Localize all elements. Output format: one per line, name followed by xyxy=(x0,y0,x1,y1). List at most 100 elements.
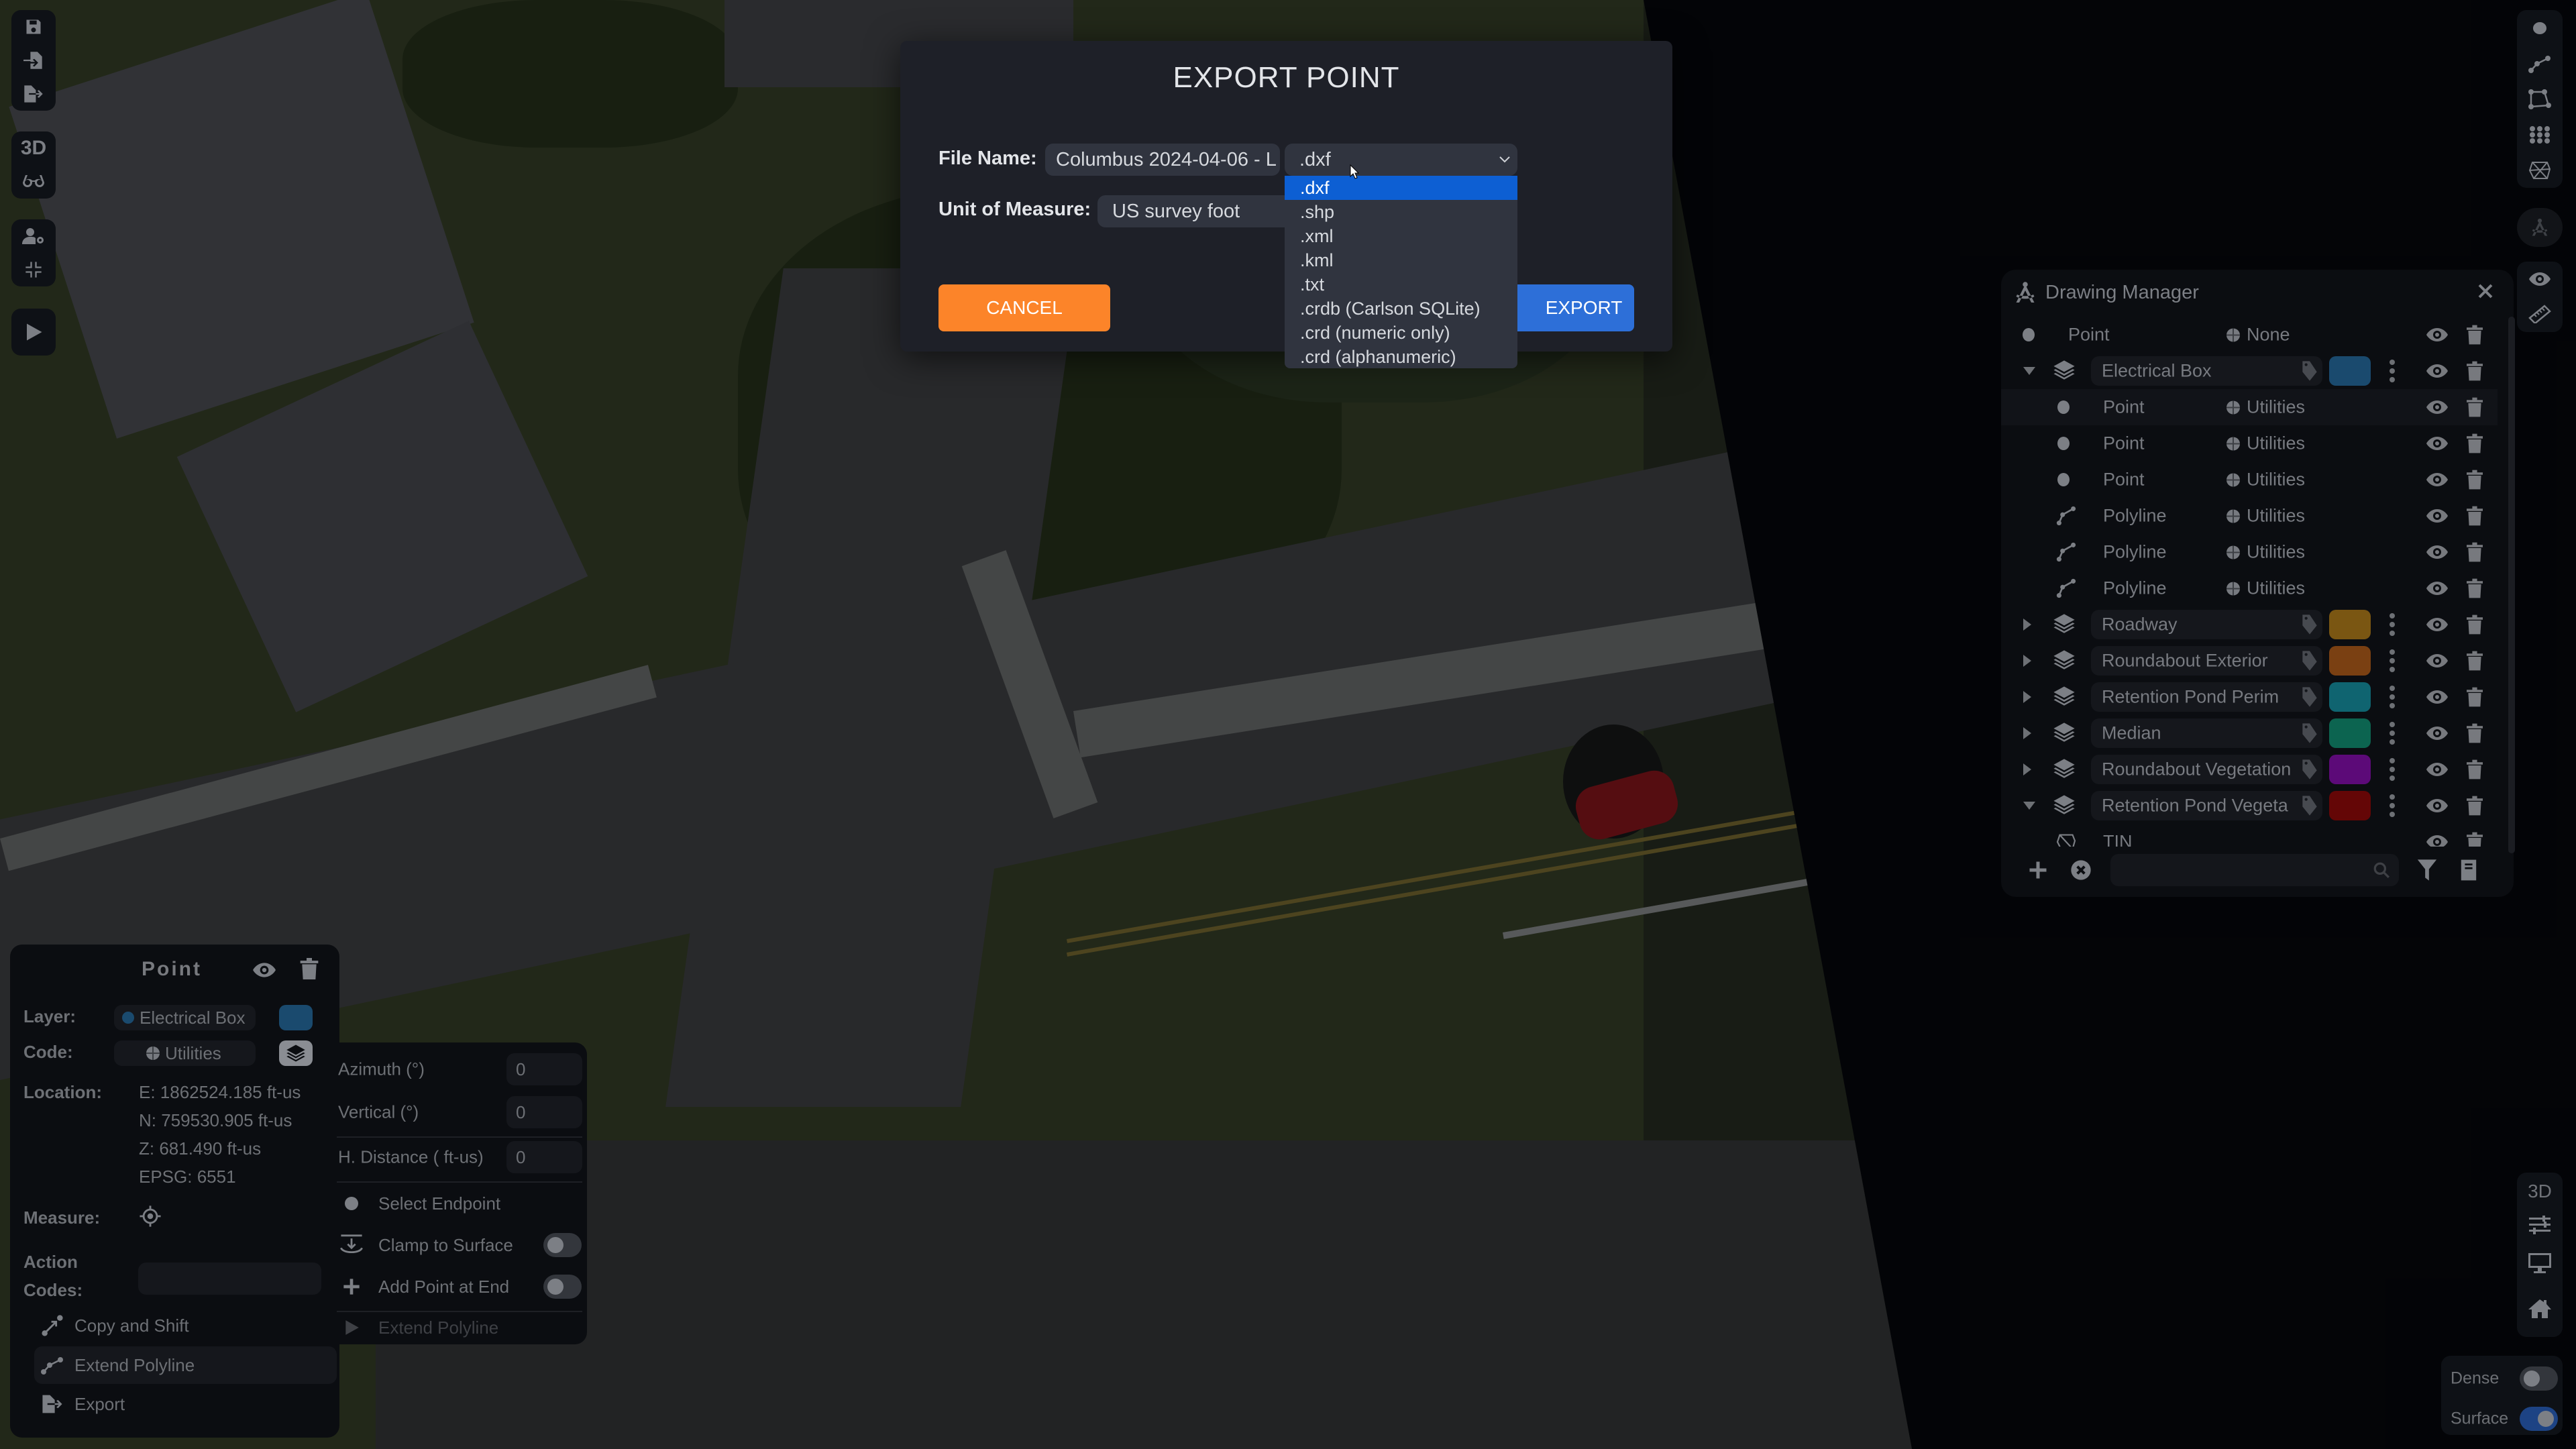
import-button[interactable] xyxy=(11,44,56,77)
feature-row[interactable]: Polyline Utilities xyxy=(2001,570,2498,606)
clear-button[interactable] xyxy=(2070,859,2092,881)
draw-polyline-button[interactable] xyxy=(2517,46,2563,81)
feature-row[interactable]: Point Utilities xyxy=(2001,389,2498,425)
eye-icon[interactable] xyxy=(2426,399,2449,415)
collapse-button[interactable] xyxy=(11,253,56,286)
layer-settings-button[interactable] xyxy=(2517,1210,2563,1240)
trash-icon[interactable] xyxy=(2467,433,2483,453)
layer-color-swatch[interactable] xyxy=(2329,791,2371,820)
trash-icon[interactable] xyxy=(2467,506,2483,526)
trash-icon[interactable] xyxy=(2467,614,2483,635)
filter-button[interactable] xyxy=(2417,859,2437,881)
dropdown-option-shp[interactable]: .shp xyxy=(1285,200,1517,224)
dropdown-option-crd-alphanumeric[interactable]: .crd (alphanumeric) xyxy=(1285,345,1517,368)
select-endpoint-button[interactable]: Select Endpoint xyxy=(338,1185,582,1222)
eye-icon[interactable] xyxy=(2426,580,2449,596)
add-point-at-end-toggle[interactable] xyxy=(543,1275,582,1299)
visibility-button[interactable] xyxy=(2517,262,2563,297)
more-options-icon[interactable] xyxy=(2389,794,2396,817)
eye-icon[interactable] xyxy=(2426,761,2449,777)
tag-icon[interactable] xyxy=(2300,722,2319,744)
feature-row[interactable]: Polyline Utilities xyxy=(2001,498,2498,534)
feature-row[interactable]: TIN xyxy=(2001,824,2498,847)
code-select[interactable]: Utilities xyxy=(114,1040,256,1066)
eye-icon[interactable] xyxy=(2426,616,2449,633)
more-options-icon[interactable] xyxy=(2389,686,2396,708)
dropdown-option-kml[interactable]: .kml xyxy=(1285,248,1517,272)
file-name-input[interactable]: Columbus 2024-04-06 - L xyxy=(1045,144,1280,176)
trash-icon[interactable] xyxy=(2467,723,2483,743)
trash-icon[interactable] xyxy=(2467,470,2483,490)
extend-polyline-button[interactable]: Extend Polyline xyxy=(34,1346,337,1384)
tag-icon[interactable] xyxy=(2300,614,2319,635)
caret-down-icon[interactable] xyxy=(2023,801,2036,810)
trash-icon[interactable] xyxy=(2467,542,2483,562)
save-button[interactable] xyxy=(11,10,56,44)
drawing-manager-scrollbar[interactable] xyxy=(2508,317,2515,853)
cancel-button[interactable]: CANCEL xyxy=(938,284,1110,331)
more-options-icon[interactable] xyxy=(2389,722,2396,745)
point-delete-button[interactable] xyxy=(300,958,319,979)
caret-right-icon[interactable] xyxy=(2023,618,2032,631)
layer-row[interactable]: Roundabout Vegetation xyxy=(2001,751,2498,788)
feature-row[interactable]: Point None xyxy=(2001,317,2498,353)
layer-row[interactable]: Retention Pond Perim xyxy=(2001,679,2498,715)
measure-button[interactable] xyxy=(2517,297,2563,331)
feature-code[interactable]: Utilities xyxy=(2226,542,2305,563)
layer-row[interactable]: Electrical Box xyxy=(2001,353,2498,389)
layer-color-swatch[interactable] xyxy=(2329,356,2371,386)
feature-row[interactable]: Point Utilities xyxy=(2001,425,2498,462)
eye-icon[interactable] xyxy=(2426,544,2449,560)
action-codes-input[interactable] xyxy=(138,1263,321,1295)
tin-surface-button[interactable] xyxy=(2517,152,2563,188)
draw-polygon-button[interactable] xyxy=(2517,81,2563,117)
eye-icon[interactable] xyxy=(2426,435,2449,451)
surface-toggle[interactable] xyxy=(2520,1407,2558,1431)
trash-icon[interactable] xyxy=(2467,759,2483,780)
h-distance-input[interactable] xyxy=(506,1141,582,1173)
code-library-button[interactable] xyxy=(279,1040,313,1066)
export-point-button[interactable]: Export xyxy=(34,1385,337,1423)
feature-code[interactable]: Utilities xyxy=(2226,433,2305,454)
more-options-icon[interactable] xyxy=(2389,613,2396,636)
point-visibility-button[interactable] xyxy=(252,962,276,978)
caret-right-icon[interactable] xyxy=(2023,763,2032,776)
eye-icon[interactable] xyxy=(2426,472,2449,488)
toggle-3d-view-button[interactable]: 3D xyxy=(2517,1173,2563,1210)
user-settings-button[interactable] xyxy=(11,219,56,253)
layer-row[interactable]: Retention Pond Vegeta xyxy=(2001,788,2498,824)
feature-code[interactable]: Utilities xyxy=(2226,578,2305,599)
feature-code[interactable]: Utilities xyxy=(2226,506,2305,527)
trash-icon[interactable] xyxy=(2467,578,2483,598)
tag-icon[interactable] xyxy=(2300,650,2319,672)
copy-and-shift-button[interactable]: Copy and Shift xyxy=(34,1307,337,1344)
trash-icon[interactable] xyxy=(2467,325,2483,345)
eye-icon[interactable] xyxy=(2426,725,2449,741)
layer-color-swatch[interactable] xyxy=(2329,646,2371,676)
layer-color-swatch[interactable] xyxy=(2329,718,2371,748)
add-layer-button[interactable] xyxy=(2028,860,2048,880)
layer-row[interactable]: Median xyxy=(2001,715,2498,751)
draw-point-button[interactable] xyxy=(2517,10,2563,46)
caret-down-icon[interactable] xyxy=(2023,366,2036,376)
dropdown-option-txt[interactable]: .txt xyxy=(1285,272,1517,297)
dropdown-option-dxf[interactable]: .dxf xyxy=(1285,176,1517,200)
eye-icon[interactable] xyxy=(2426,327,2449,343)
measure-target-button[interactable] xyxy=(139,1205,162,1228)
layer-color-swatch[interactable] xyxy=(2329,682,2371,712)
file-extension-select[interactable]: .dxf xyxy=(1285,144,1517,176)
more-options-icon[interactable] xyxy=(2389,649,2396,672)
close-drawing-manager-button[interactable] xyxy=(2477,283,2493,299)
tag-icon[interactable] xyxy=(2300,686,2319,708)
tag-icon[interactable] xyxy=(2300,795,2319,816)
eye-icon[interactable] xyxy=(2426,653,2449,669)
eye-icon[interactable] xyxy=(2426,508,2449,524)
eye-icon[interactable] xyxy=(2426,798,2449,814)
vr-view-button[interactable] xyxy=(11,165,56,199)
feature-code[interactable]: None xyxy=(2226,325,2290,345)
trash-icon[interactable] xyxy=(2467,397,2483,417)
eye-icon[interactable] xyxy=(2426,834,2449,847)
vertical-input[interactable] xyxy=(506,1096,582,1128)
eye-icon[interactable] xyxy=(2426,363,2449,379)
notes-button[interactable] xyxy=(2459,859,2478,881)
